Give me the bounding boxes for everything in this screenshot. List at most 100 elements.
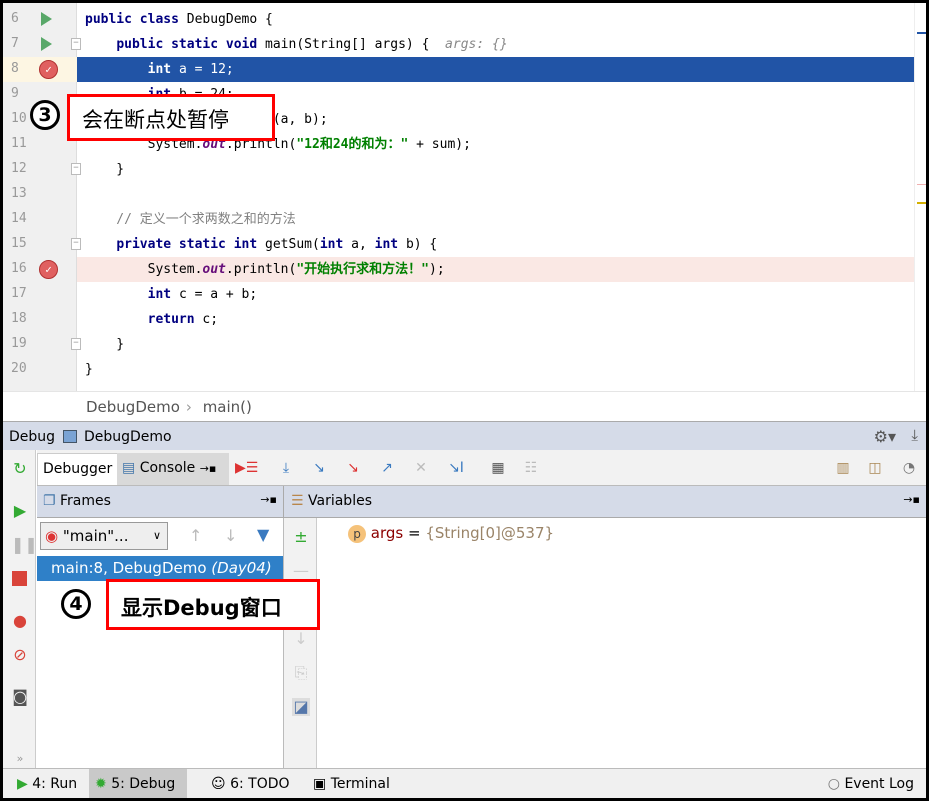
thread-select[interactable]: ◉ "main"... ∨ (40, 522, 168, 550)
threads-icon[interactable]: ▥ (834, 460, 852, 476)
more-icon[interactable]: » (11, 750, 29, 768)
line-number: 17 (11, 286, 27, 301)
run-to-cursor-icon[interactable]: ↘I (447, 460, 465, 476)
code-line[interactable]: System.out.println("开始执行求和方法！"); (77, 257, 914, 282)
code-line[interactable]: } (77, 157, 914, 182)
line-number-row[interactable]: 20 (3, 357, 77, 382)
line-number-row[interactable]: 11 (3, 132, 77, 157)
code-token: main(String[] args) { (265, 37, 446, 52)
run-tool-button[interactable]: ▶ 4: Run (11, 769, 83, 798)
code-line[interactable]: private static int getSum(int a, int b) … (77, 232, 914, 257)
code-token: public static void (116, 37, 266, 52)
code-token: getSum( (265, 237, 320, 252)
trace-icon[interactable]: ☷ (522, 460, 540, 476)
frame-up-icon[interactable]: ↑ (189, 526, 202, 545)
editor-scrollbar[interactable] (914, 3, 926, 391)
line-number-row[interactable]: 13 (3, 182, 77, 207)
config-icon (62, 430, 77, 443)
line-number-row[interactable]: 14 (3, 207, 77, 232)
move-down-icon[interactable]: ↓ (292, 630, 310, 648)
camera-icon[interactable]: ◙ (11, 688, 29, 706)
overhead-icon[interactable]: ◔ (900, 460, 918, 476)
event-log-label: Event Log (844, 776, 914, 792)
event-log-button[interactable]: ○ Event Log (822, 769, 920, 798)
code-token: c = a + b; (178, 287, 258, 302)
tab-debugger[interactable]: Debugger (37, 453, 119, 485)
run-gutter-icon[interactable] (41, 12, 52, 26)
line-number-row[interactable]: 18 (3, 307, 77, 332)
frame-down-icon[interactable]: ↓ (224, 526, 237, 545)
line-number-row[interactable]: 19− (3, 332, 81, 357)
frames-pane: ◉ "main"... ∨ ↑ ↓ ▼ main:8, DebugDemo (Da… (37, 518, 284, 768)
breadcrumb-method[interactable]: main() (203, 398, 252, 416)
line-number-row[interactable]: 8 ✓ (3, 57, 77, 82)
code-editor[interactable]: 6 7−8 ✓ 9 10 11 12−13 14 15−16 ✓ 17 18 19−20 public … (3, 3, 926, 391)
code-line[interactable]: } (77, 357, 914, 382)
force-step-into-icon[interactable]: ↘ (344, 460, 362, 476)
tab-console[interactable]: ▤ Console →▪ (117, 453, 229, 485)
thread-name: "main"... (62, 527, 129, 545)
copy-icon[interactable]: ⎘ (292, 664, 310, 682)
show-watches-icon[interactable]: ◪ (292, 698, 310, 716)
code-token: return (147, 312, 203, 327)
drop-frame-icon[interactable]: ✕ (412, 460, 430, 476)
code-line[interactable]: public class DebugDemo { (77, 7, 914, 32)
code-line[interactable]: } (77, 332, 914, 357)
evaluate-expression-icon[interactable]: ▦ (489, 460, 507, 476)
todo-tool-button[interactable]: ☺ 6: TODO (205, 769, 296, 798)
breakpoint-icon[interactable]: ✓ (39, 60, 58, 79)
code-token: private static int (116, 237, 266, 252)
frame-label: main:8, DebugDemo (51, 559, 207, 577)
debug-tool-button[interactable]: ✹ 5: Debug (89, 769, 187, 798)
remove-watch-icon[interactable]: — (292, 562, 310, 580)
pin-icon[interactable]: →▪ (903, 493, 920, 506)
rerun-icon[interactable]: ↻ (11, 460, 29, 478)
view-breakpoints-icon[interactable]: ● (11, 612, 29, 630)
variable-value: {String[0]@537} (425, 524, 555, 542)
hide-icon[interactable]: ⤓ (911, 426, 918, 444)
code-line[interactable]: int a = 12; (77, 57, 914, 82)
breadcrumb-class[interactable]: DebugDemo (86, 398, 180, 416)
console-icon: ▤ (122, 460, 136, 476)
line-number-row[interactable]: 7− (3, 32, 81, 57)
line-number-row[interactable]: 15− (3, 232, 81, 257)
frames-title: Frames (60, 493, 111, 509)
step-over-icon[interactable]: ⤓ (277, 460, 295, 476)
show-execution-point-icon[interactable]: ▶☰ (235, 460, 258, 476)
new-watch-icon[interactable]: ± (292, 528, 310, 546)
code-line[interactable]: int c = a + b; (77, 282, 914, 307)
code-token: System. (85, 262, 203, 277)
terminal-label: Terminal (330, 776, 390, 792)
terminal-tool-button[interactable]: ▣ Terminal (307, 769, 396, 798)
code-line[interactable]: public static void main(String[] args) {… (77, 32, 914, 57)
stop-icon[interactable] (11, 570, 29, 588)
code-token: "12和24的和为：" (296, 137, 409, 152)
code-token: // 定义一个求两数之和的方法 (85, 212, 296, 227)
variables-side-toolbar: ± — ↓ ⎘ ◪ (284, 518, 317, 768)
code-line[interactable] (77, 182, 914, 207)
line-number-row[interactable]: 12− (3, 157, 81, 182)
step-into-icon[interactable]: ↘ (310, 460, 328, 476)
code-line[interactable]: // 定义一个求两数之和的方法 (77, 207, 914, 232)
debug-config-tab[interactable]: DebugDemo (84, 429, 172, 445)
frame-item[interactable]: main:8, DebugDemo (Day04) (37, 556, 283, 581)
mute-breakpoints-icon[interactable]: ⊘ (11, 646, 29, 664)
line-number-row[interactable]: 17 (3, 282, 77, 307)
resume-icon[interactable]: ▶ (11, 502, 29, 520)
gear-icon[interactable]: ⚙▾ (874, 427, 896, 446)
line-number-row[interactable]: 6 (3, 7, 77, 32)
frames-header: ❐ Frames →▪ (37, 486, 284, 517)
pin-icon[interactable]: →▪ (260, 493, 277, 506)
step-out-icon[interactable]: ↗ (378, 460, 396, 476)
line-number-row[interactable]: 16 ✓ (3, 257, 77, 282)
gutter[interactable]: 6 7−8 ✓ 9 10 11 12−13 14 15−16 ✓ 17 18 19−20 (3, 3, 81, 391)
breakpoint-icon[interactable]: ✓ (39, 260, 58, 279)
filter-icon[interactable]: ▼ (257, 525, 269, 544)
code-line[interactable]: return c; (77, 307, 914, 332)
run-gutter-icon[interactable] (41, 37, 52, 51)
variable-name: args (370, 524, 404, 542)
variable-row[interactable]: p args = {String[0]@537} (348, 524, 554, 543)
pause-icon[interactable]: ❚❚ (11, 536, 38, 554)
code-token: int (147, 62, 179, 77)
memory-icon[interactable]: ◫ (866, 460, 884, 476)
